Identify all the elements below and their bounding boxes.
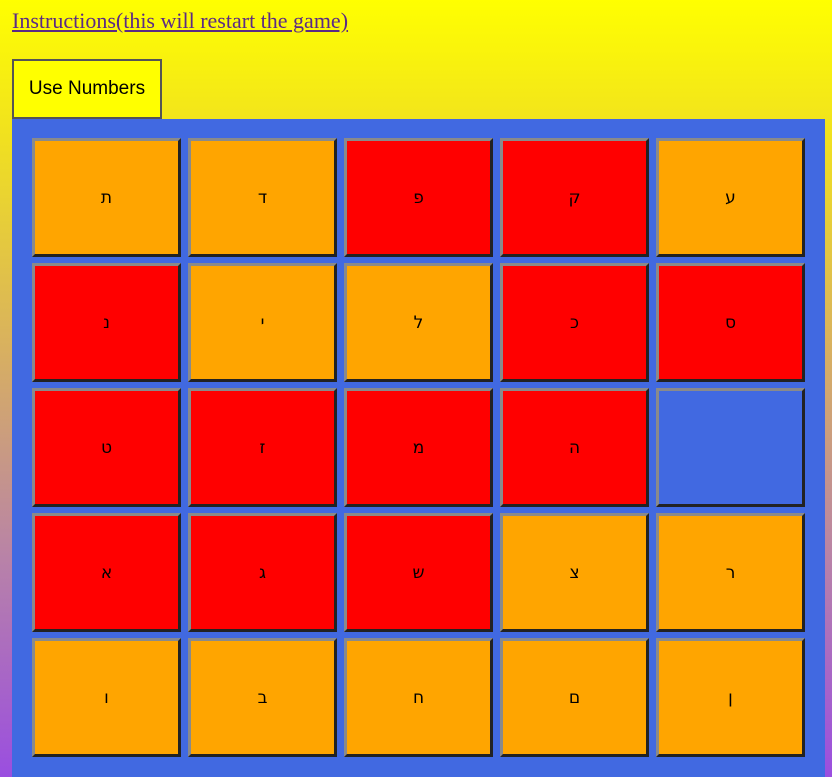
tile[interactable]: ט	[32, 388, 181, 507]
tile[interactable]: ח	[344, 638, 493, 757]
tile[interactable]: צ	[500, 513, 649, 632]
puzzle-board: תדפקע נילכס טזמה אגשצר ובחםן	[12, 119, 825, 777]
use-numbers-button[interactable]: Use Numbers	[12, 59, 162, 119]
tile[interactable]: ש	[344, 513, 493, 632]
tile[interactable]: ג	[188, 513, 337, 632]
tile[interactable]: מ	[344, 388, 493, 507]
tile[interactable]: ד	[188, 138, 337, 257]
tile[interactable]: ר	[656, 513, 805, 632]
tile[interactable]: ע	[656, 138, 805, 257]
tile[interactable]: ם	[500, 638, 649, 757]
tile[interactable]: נ	[32, 263, 181, 382]
tile[interactable]: ב	[188, 638, 337, 757]
tile[interactable]: ס	[656, 263, 805, 382]
tile[interactable]: ל	[344, 263, 493, 382]
tile[interactable]: כ	[500, 263, 649, 382]
tile[interactable]: ה	[500, 388, 649, 507]
tile[interactable]: ק	[500, 138, 649, 257]
tile[interactable]: ז	[188, 388, 337, 507]
tile[interactable]: א	[32, 513, 181, 632]
tile[interactable]: ו	[32, 638, 181, 757]
instructions-link[interactable]: Instructions(this will restart the game)	[12, 8, 348, 34]
tile[interactable]: ת	[32, 138, 181, 257]
tile[interactable]: פ	[344, 138, 493, 257]
tile[interactable]: י	[188, 263, 337, 382]
tile[interactable]: ן	[656, 638, 805, 757]
empty-slot[interactable]	[656, 388, 805, 507]
